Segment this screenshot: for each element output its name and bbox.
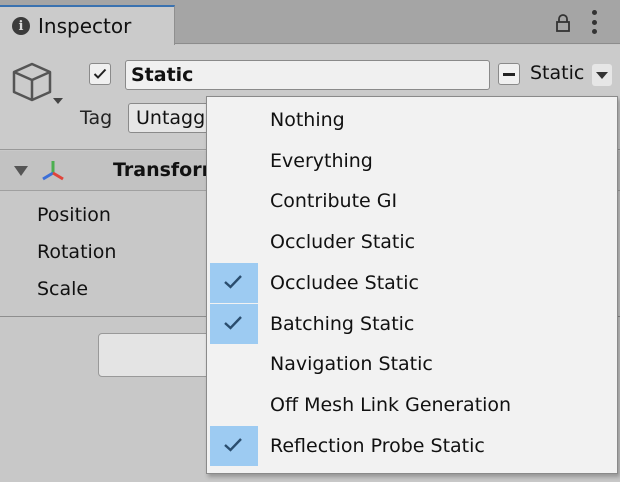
menu-item-label: Everything	[270, 150, 373, 172]
more-options-icon[interactable]	[592, 10, 598, 34]
menu-item-contribute-gi[interactable]: Contribute GI	[207, 181, 617, 221]
transform-axes-icon	[42, 161, 64, 181]
checkmark-icon	[224, 275, 242, 289]
checkmark-icon	[93, 68, 107, 79]
menu-item-label: Contribute GI	[270, 190, 398, 212]
check-highlight	[210, 426, 258, 466]
menu-item-label: Reflection Probe Static	[270, 435, 485, 457]
checkmark-icon	[224, 438, 242, 452]
tab-inspector[interactable]: i Inspector	[0, 5, 175, 45]
gameobject-name-input[interactable]: Static	[125, 60, 490, 90]
menu-item-occludee-static[interactable]: Occludee Static	[207, 263, 617, 303]
chevron-down-icon	[596, 71, 608, 79]
menu-item-nothing[interactable]: Nothing	[207, 100, 617, 140]
active-checkbox[interactable]	[89, 63, 111, 85]
checkmark-icon	[224, 316, 242, 330]
menu-item-label: Navigation Static	[270, 353, 433, 375]
check-highlight	[210, 304, 258, 344]
gameobject-cube-icon[interactable]	[10, 60, 66, 112]
menu-item-occluder-static[interactable]: Occluder Static	[207, 222, 617, 262]
menu-item-label: Off Mesh Link Generation	[270, 394, 512, 416]
property-label-position: Position	[37, 204, 111, 226]
menu-item-label: Nothing	[270, 109, 345, 131]
static-mixed-checkbox[interactable]	[498, 63, 520, 85]
property-label-scale: Scale	[37, 278, 89, 300]
check-highlight	[210, 263, 258, 303]
menu-item-off-mesh-link-generation[interactable]: Off Mesh Link Generation	[207, 385, 617, 425]
info-icon: i	[12, 17, 30, 35]
menu-item-reflection-probe-static[interactable]: Reflection Probe Static	[207, 426, 617, 466]
static-flags-menu: Nothing Everything Contribute GI Occlude…	[206, 96, 618, 474]
foldout-arrow-icon[interactable]	[14, 166, 28, 176]
tab-label: Inspector	[38, 14, 132, 38]
menu-item-everything[interactable]: Everything	[207, 141, 617, 181]
tag-label: Tag	[80, 107, 113, 129]
menu-item-navigation-static[interactable]: Navigation Static	[207, 344, 617, 384]
menu-item-label: Batching Static	[270, 313, 415, 335]
property-label-rotation: Rotation	[37, 241, 117, 263]
static-dropdown-button[interactable]	[592, 64, 612, 86]
menu-item-label: Occluder Static	[270, 231, 416, 253]
lock-icon[interactable]	[555, 13, 571, 33]
static-label: Static	[530, 62, 585, 84]
tab-bar: i Inspector	[0, 0, 620, 45]
menu-item-label: Occludee Static	[270, 272, 419, 294]
menu-item-batching-static[interactable]: Batching Static	[207, 304, 617, 344]
minus-icon	[503, 72, 515, 76]
